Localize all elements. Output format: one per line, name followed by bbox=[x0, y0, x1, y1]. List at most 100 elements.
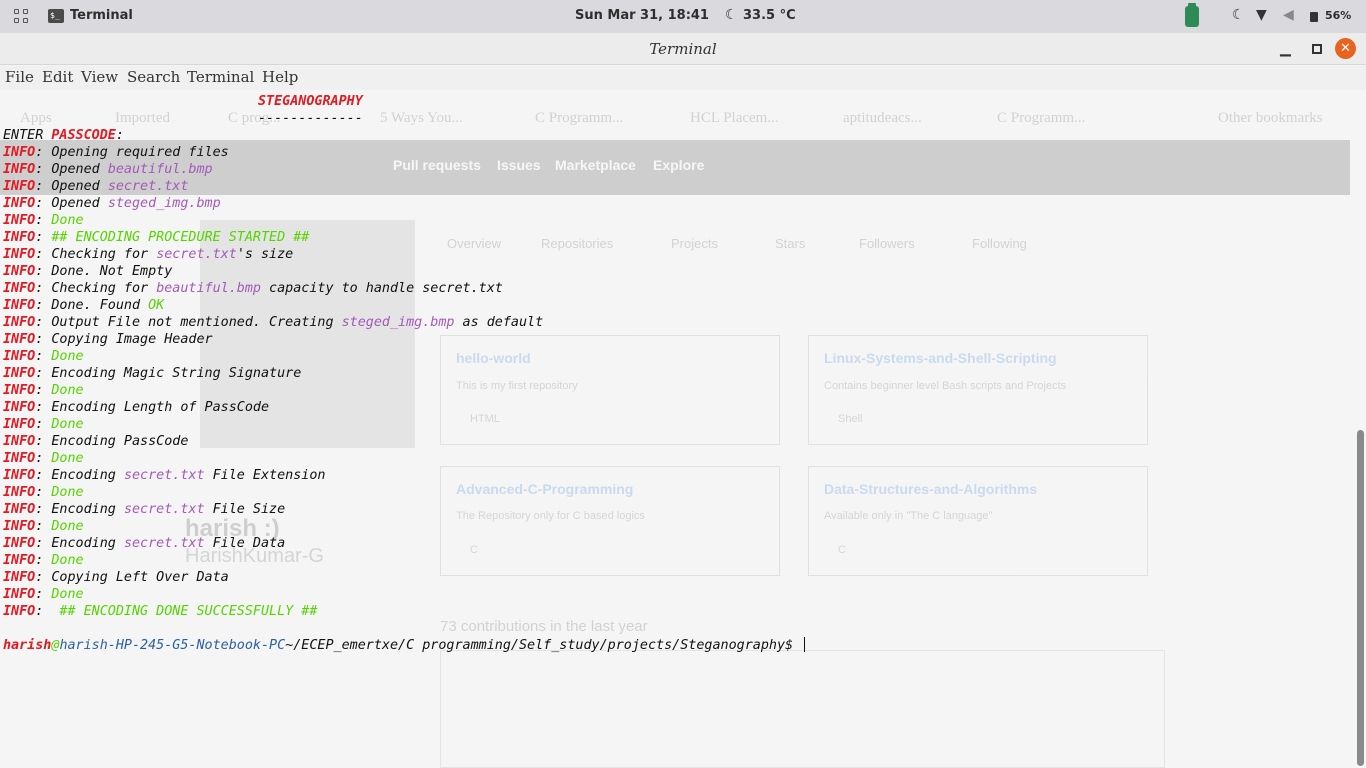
moon-weather-icon: ☾ bbox=[725, 7, 738, 23]
filename: secret.txt bbox=[107, 179, 189, 194]
clock[interactable]: Sun Mar 31, 18:41 bbox=[575, 8, 709, 23]
terminal-line: INFO: Encoding secret.txt File Size bbox=[3, 501, 285, 518]
done-status: Done bbox=[51, 587, 84, 602]
info-tag: INFO bbox=[3, 332, 36, 347]
log-text: File Data bbox=[204, 536, 286, 551]
log-text: Encoding bbox=[51, 468, 124, 483]
menu-help[interactable]: Help bbox=[262, 68, 298, 86]
separator: : bbox=[35, 400, 52, 415]
menu-file[interactable]: File bbox=[5, 68, 34, 86]
wifi-icon[interactable]: ▼ bbox=[1256, 7, 1267, 23]
done-status: Done bbox=[51, 519, 84, 534]
separator: : bbox=[35, 213, 52, 228]
info-tag: INFO bbox=[3, 570, 36, 585]
prompt-user: harish bbox=[3, 638, 52, 653]
close-icon[interactable]: ✕ bbox=[1335, 38, 1356, 59]
menu-bar: File Edit View Search Terminal Help bbox=[0, 66, 1366, 90]
terminal-line: INFO: Copying Image Header bbox=[3, 331, 213, 348]
ghost-nav: Explore bbox=[653, 157, 705, 173]
terminal-line: INFO: Done bbox=[3, 586, 84, 603]
menu-terminal[interactable]: Terminal bbox=[187, 68, 254, 86]
terminal-line: INFO: Done bbox=[3, 382, 84, 399]
ghost-nav: Issues bbox=[497, 157, 541, 173]
minimize-icon[interactable]: ▁ bbox=[1280, 41, 1291, 57]
separator: : bbox=[35, 485, 52, 500]
separator: : bbox=[35, 298, 52, 313]
info-tag: INFO bbox=[3, 502, 36, 517]
info-tag: INFO bbox=[3, 281, 36, 296]
separator: : bbox=[35, 179, 52, 194]
terminal-line: INFO: Opened steged_img.bmp bbox=[3, 195, 221, 212]
separator: : bbox=[35, 366, 52, 381]
done-status: Done bbox=[51, 417, 84, 432]
info-tag: INFO bbox=[3, 264, 36, 279]
night-light-icon[interactable]: ☾ bbox=[1232, 7, 1245, 23]
separator: : bbox=[35, 230, 52, 245]
ghost-repo-desc: The Repository only for C based logics bbox=[456, 510, 645, 522]
terminal-app-icon[interactable]: $_ bbox=[48, 9, 64, 23]
terminal-line: STEGANOGRAPHY bbox=[258, 93, 363, 110]
prompt-dollar: $ bbox=[785, 638, 802, 653]
ghost-bookmark: C Programm... bbox=[535, 110, 624, 126]
ghost-repo-name: hello-world bbox=[456, 350, 531, 366]
shell-prompt-line[interactable]: harish@harish-HP-245-G5-Notebook-PC~/ECE… bbox=[3, 637, 806, 654]
info-tag: INFO bbox=[3, 485, 36, 500]
separator: : bbox=[35, 349, 52, 364]
battery-percent[interactable]: 56% bbox=[1325, 9, 1351, 22]
background-window-ghost: Apps Imported C prog... 5 Ways You... C … bbox=[0, 90, 1366, 768]
done-status: Done bbox=[51, 553, 84, 568]
log-text: Opening required files bbox=[51, 145, 229, 160]
separator: : bbox=[35, 451, 52, 466]
menu-edit[interactable]: Edit bbox=[42, 68, 73, 86]
terminal-line: ENTER PASSCODE: bbox=[3, 127, 124, 144]
separator: : bbox=[35, 434, 52, 449]
ghost-nav: Pull requests bbox=[393, 157, 481, 173]
terminal-output-area[interactable]: Apps Imported C prog... 5 Ways You... C … bbox=[0, 90, 1366, 768]
ghost-repo-card bbox=[808, 466, 1148, 576]
terminal-line: INFO: Encoding Length of PassCode bbox=[3, 399, 269, 416]
maximize-icon[interactable] bbox=[1312, 44, 1322, 54]
weather-readout[interactable]: 33.5 °C bbox=[743, 8, 796, 23]
ghost-repo-card bbox=[440, 466, 780, 576]
window-titlebar[interactable]: Terminal ▁ ✕ bbox=[0, 33, 1366, 65]
info-tag: INFO bbox=[3, 162, 36, 177]
log-text: Checking for bbox=[51, 247, 157, 262]
terminal-line: INFO: Opened secret.txt bbox=[3, 178, 188, 195]
info-tag: INFO bbox=[3, 468, 36, 483]
filename: steged_img.bmp bbox=[107, 196, 221, 211]
terminal-scrollbar[interactable] bbox=[1357, 430, 1364, 766]
volume-icon[interactable]: ◀ bbox=[1283, 7, 1294, 23]
info-tag: INFO bbox=[3, 553, 36, 568]
done-status: Done bbox=[51, 485, 84, 500]
terminal-line: INFO: Copying Left Over Data bbox=[3, 569, 229, 586]
log-text: Encoding bbox=[51, 536, 124, 551]
ghost-repo-lang: Shell bbox=[838, 413, 863, 425]
info-tag: INFO bbox=[3, 298, 36, 313]
info-tag: INFO bbox=[3, 417, 36, 432]
info-tag: INFO bbox=[3, 247, 36, 262]
info-tag: INFO bbox=[3, 230, 36, 245]
passcode-prompt: ENTER bbox=[3, 128, 52, 143]
tray-app-icon[interactable] bbox=[1185, 3, 1199, 27]
system-top-bar: $_ Terminal Sun Mar 31, 18:41 ☾ 33.5 °C … bbox=[0, 0, 1366, 33]
terminal-line: INFO: Checking for beautiful.bmp capacit… bbox=[3, 280, 503, 297]
ghost-repo-desc: Contains beginner level Bash scripts and… bbox=[824, 380, 1067, 392]
separator: : bbox=[35, 604, 52, 619]
terminal-line: ------------- bbox=[258, 110, 363, 127]
info-tag: INFO bbox=[3, 349, 36, 364]
ghost-bookmark: HCL Placem... bbox=[690, 110, 779, 126]
terminal-line: INFO: Opening required files bbox=[3, 144, 229, 161]
active-app-name[interactable]: Terminal bbox=[70, 8, 133, 23]
info-tag: INFO bbox=[3, 383, 36, 398]
battery-icon[interactable] bbox=[1310, 12, 1318, 22]
menu-search[interactable]: Search bbox=[127, 68, 180, 86]
info-tag: INFO bbox=[3, 145, 36, 160]
separator: : bbox=[35, 553, 52, 568]
app-grid-icon[interactable] bbox=[14, 9, 29, 24]
ghost-repo-lang: C bbox=[838, 544, 846, 556]
terminal-line: INFO: Done. Found OK bbox=[3, 297, 164, 314]
terminal-line: INFO: ## ENCODING DONE SUCCESSFULLY ## bbox=[3, 603, 317, 620]
ghost-repo-card bbox=[808, 335, 1148, 445]
log-text: Encoding bbox=[51, 502, 124, 517]
menu-view[interactable]: View bbox=[81, 68, 118, 86]
